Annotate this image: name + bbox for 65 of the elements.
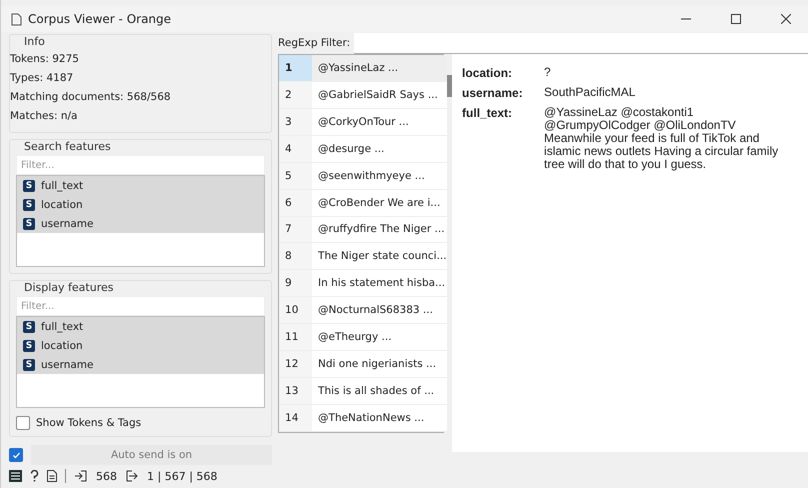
document-row[interactable]: 13 This is all shades of ... [279,378,447,405]
filter-field[interactable]: Filter... [16,296,266,316]
string-type-icon: S [23,320,35,332]
field-value: SouthPacificMAL [544,86,636,100]
document-row[interactable]: 4 @desurge ... [279,136,447,163]
field-name: full_text: [462,106,514,122]
group-title: Search features [24,140,112,153]
feature-label: location [41,198,83,210]
feature-label: full_text [41,180,84,192]
info-text: Matches: n/a [10,109,78,124]
string-type-icon: S [23,358,35,370]
document-icon [11,12,22,26]
document-row[interactable]: 1 @YassineLaz ... [279,55,447,82]
feature-label: full_text [41,320,84,332]
checkbox-label: Show Tokens & Tags [36,417,142,429]
send-button[interactable]: Auto send is on [31,445,272,465]
info-text: Types: 4187 [10,71,74,86]
filter-field[interactable]: Filter... [16,155,266,175]
string-type-icon: S [23,218,35,230]
feature-item[interactable]: S username [17,355,264,374]
filter-label: RegExp Filter: [278,37,350,49]
feature-item[interactable]: S location [17,336,264,355]
field-value: @YassineLaz @costakonti1 @GrumpyOlCodger @OliLondonTV Meanwhile your feed is full of TikTok and islamic news outlets Having a circular family tree will do that to you I guess. [544,106,780,171]
feature-item[interactable]: S location [17,195,264,214]
document-row[interactable]: 12 Ndi one nigerianists ... [279,351,447,378]
feature-label: location [41,340,83,352]
menu-icon[interactable] [9,470,22,482]
window-title: Corpus Viewer - Orange [28,12,172,26]
document-row[interactable]: 14 @TheNationNews ... [279,404,447,432]
document-row[interactable]: 3 @CorkyOnTour ... [279,108,447,136]
close-icon [781,14,791,24]
field-value: ? [544,66,552,80]
document-icon[interactable] [47,470,57,482]
check-icon [12,450,20,460]
feature-item[interactable]: S username [17,214,264,233]
help-icon[interactable] [30,470,39,482]
feature-item[interactable]: S full_text [17,317,264,336]
feature-label: username [41,358,94,370]
group-title: Display features [24,281,114,294]
document-row[interactable]: 2 @GabrielSaidR Says ... [279,82,447,109]
regexp-field[interactable] [354,32,808,54]
field-name: username: [462,86,524,100]
checkbox[interactable] [16,416,30,430]
feature-label: username [41,218,94,230]
group-title: Info [24,35,46,48]
document-row[interactable]: 6 @CroBender We are i... [279,190,447,217]
document-row[interactable]: 5 @seenwithmyeye ... [279,162,447,190]
info-text: Matching documents: 568/568 [10,90,172,105]
feature-item[interactable]: S full_text [17,176,264,195]
document-row[interactable]: 7 @ruffydfire The Niger ... [279,216,447,244]
maximize-icon [731,14,741,24]
document-row[interactable]: 9 In his statement hisba... [279,270,447,298]
document-row[interactable]: 10 @NocturnalS68383 ... [279,297,447,324]
checkbox[interactable] [9,448,23,462]
string-type-icon: S [23,198,35,210]
document-row[interactable]: 11 @eTheurgy ... [279,324,447,352]
string-type-icon: S [23,340,35,352]
document-row[interactable]: 8 The Niger state counci... [279,243,447,270]
output-count: 1 | 567 | 568 [147,470,218,482]
input-icon [74,470,88,482]
field-name: location: [462,66,514,80]
string-type-icon: S [23,180,35,192]
info-text: Tokens: 9275 [10,52,80,67]
output-icon [125,470,139,482]
input-count: 568 [96,470,117,482]
